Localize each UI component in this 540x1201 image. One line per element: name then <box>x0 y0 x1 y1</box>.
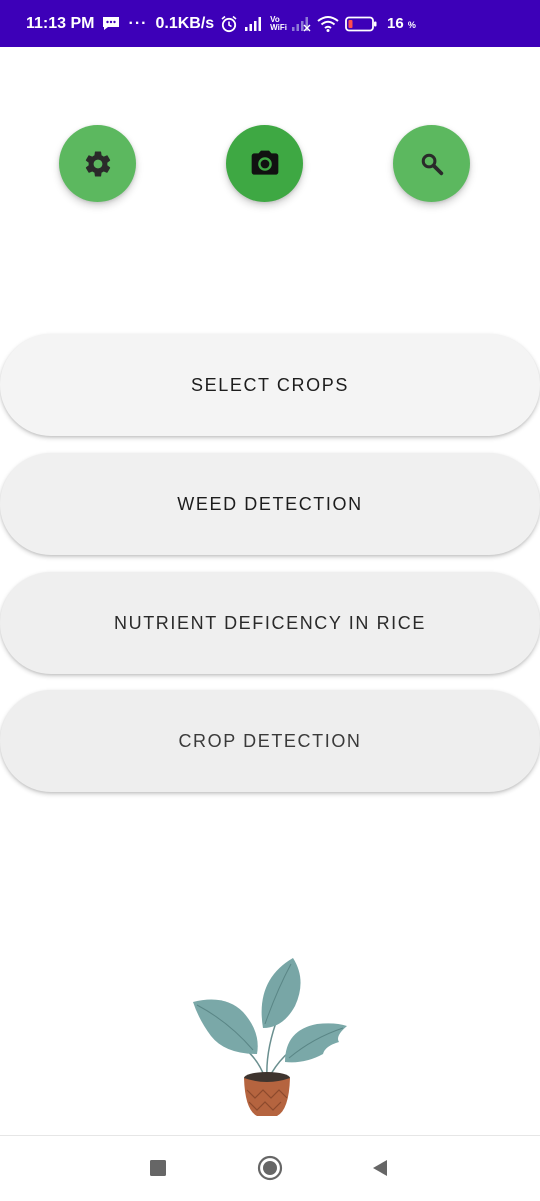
battery-percentage: 16 % <box>387 15 416 32</box>
camera-icon <box>251 150 278 175</box>
signal-icon <box>244 16 264 32</box>
vowifi-icon: Vo WiFi <box>270 15 287 32</box>
back-button[interactable] <box>360 1148 400 1188</box>
search-button[interactable] <box>393 125 470 202</box>
signal-x-icon <box>291 16 311 32</box>
network-speed: 0.1KB/s <box>155 14 215 32</box>
weed-detection-button[interactable]: WEED DETECTION <box>0 453 540 555</box>
nutrient-deficiency-button[interactable]: NUTRIENT DEFICENCY IN RICE <box>0 572 540 674</box>
home-icon <box>257 1155 283 1181</box>
battery-value: 16 <box>386 15 404 32</box>
gear-icon <box>85 151 110 176</box>
vowifi-bottom-label: WiFi <box>270 22 287 32</box>
status-time: 11:13 PM <box>26 14 95 32</box>
navigation-bar <box>0 1135 540 1201</box>
home-button[interactable] <box>250 1148 290 1188</box>
recent-apps-button[interactable] <box>138 1148 178 1188</box>
select-crops-button[interactable]: SELECT CROPS <box>0 334 540 436</box>
settings-button[interactable] <box>59 125 136 202</box>
potted-plant-illustration <box>193 958 347 1116</box>
crop-detection-button[interactable]: CROP DETECTION <box>0 690 540 792</box>
alarm-icon <box>220 15 238 33</box>
back-icon <box>373 1160 387 1176</box>
wifi-icon <box>317 15 339 32</box>
status-bar: 11:13 PM ··· 0.1KB/s Vo WiFi 16 % <box>0 0 540 47</box>
recent-apps-icon <box>150 1160 166 1176</box>
battery-unit: % <box>407 20 416 30</box>
camera-button[interactable] <box>226 125 303 202</box>
message-icon <box>102 16 120 31</box>
more-notifications-indicator: ··· <box>128 14 148 32</box>
battery-icon <box>345 16 377 32</box>
search-icon <box>421 153 443 175</box>
